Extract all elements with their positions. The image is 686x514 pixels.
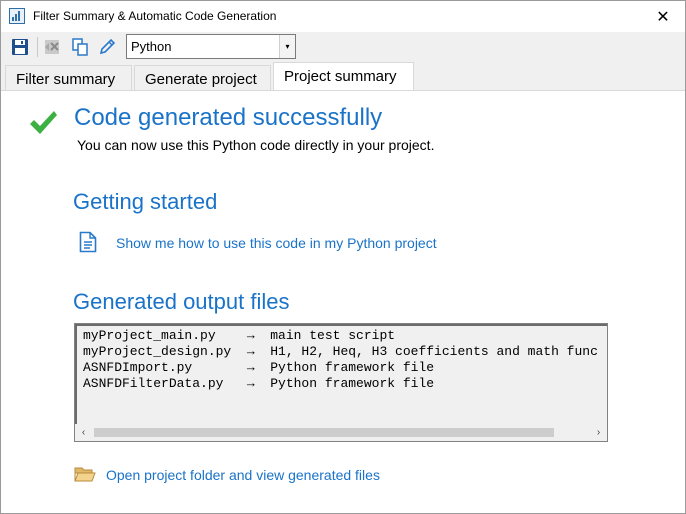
output-file-line: ASNFDFilterData.py → Python framework fi… <box>83 376 435 391</box>
output-files-heading: Generated output files <box>73 289 290 314</box>
copy-icon <box>72 38 88 56</box>
tab-filter-summary[interactable]: Filter summary <box>5 65 132 91</box>
horizontal-scrollbar[interactable]: ‹ › <box>75 424 607 441</box>
edit-icon <box>99 38 116 55</box>
toolbar: Python ▾ <box>1 32 685 62</box>
scrollbar-thumb[interactable] <box>94 428 554 437</box>
save-button[interactable] <box>9 36 31 58</box>
tab-strip: Filter summary Generate project Project … <box>1 62 685 91</box>
open-project-folder-link[interactable]: Open project folder and view generated f… <box>106 467 380 483</box>
dropdown-arrow-icon[interactable]: ▾ <box>279 35 295 58</box>
clear-icon <box>45 40 59 54</box>
output-file-line: myProject_design.py → H1, H2, Heq, H3 co… <box>83 344 598 359</box>
dropdown-arrow-glyph: ▾ <box>285 42 290 51</box>
scroll-right-button[interactable]: › <box>590 424 607 441</box>
success-heading: Code generated successfully <box>74 104 383 131</box>
checkmark-icon <box>30 111 57 134</box>
tab-generate-project[interactable]: Generate project <box>134 65 271 91</box>
tab-label: Project summary <box>284 68 397 85</box>
chevron-right-icon: › <box>596 427 601 438</box>
project-summary-panel: Code generated successfully You can now … <box>1 91 685 513</box>
edit-button[interactable] <box>96 36 118 58</box>
window-title: Filter Summary & Automatic Code Generati… <box>33 9 277 23</box>
language-select[interactable]: Python ▾ <box>126 34 296 59</box>
scroll-left-button[interactable]: ‹ <box>75 424 92 441</box>
toolbar-separator <box>37 37 38 57</box>
output-file-line: myProject_main.py → main test script <box>83 328 396 343</box>
save-icon <box>12 39 28 55</box>
clear-button[interactable] <box>42 36 64 58</box>
output-file-line: ASNFDImport.py → Python framework file <box>83 360 435 375</box>
getting-started-heading: Getting started <box>73 189 218 214</box>
app-icon <box>9 8 25 24</box>
language-select-value: Python <box>131 39 172 54</box>
document-icon <box>79 231 97 253</box>
main-window: Filter Summary & Automatic Code Generati… <box>0 0 686 514</box>
output-files-textbox[interactable]: myProject_main.py → main test script myP… <box>74 323 608 442</box>
how-to-use-link[interactable]: Show me how to use this code in my Pytho… <box>116 235 437 251</box>
tab-label: Filter summary <box>16 71 116 88</box>
tab-label: Generate project <box>145 71 257 88</box>
output-files-content: myProject_main.py → main test script myP… <box>75 324 607 425</box>
title-bar: Filter Summary & Automatic Code Generati… <box>1 1 685 32</box>
folder-open-icon <box>74 467 96 482</box>
close-icon: ✕ <box>656 8 670 26</box>
chevron-left-icon: ‹ <box>81 427 86 438</box>
success-subtext: You can now use this Python code directl… <box>77 137 435 153</box>
copy-button[interactable] <box>69 36 91 58</box>
tab-project-summary[interactable]: Project summary <box>273 62 414 91</box>
close-button[interactable]: ✕ <box>641 1 685 32</box>
